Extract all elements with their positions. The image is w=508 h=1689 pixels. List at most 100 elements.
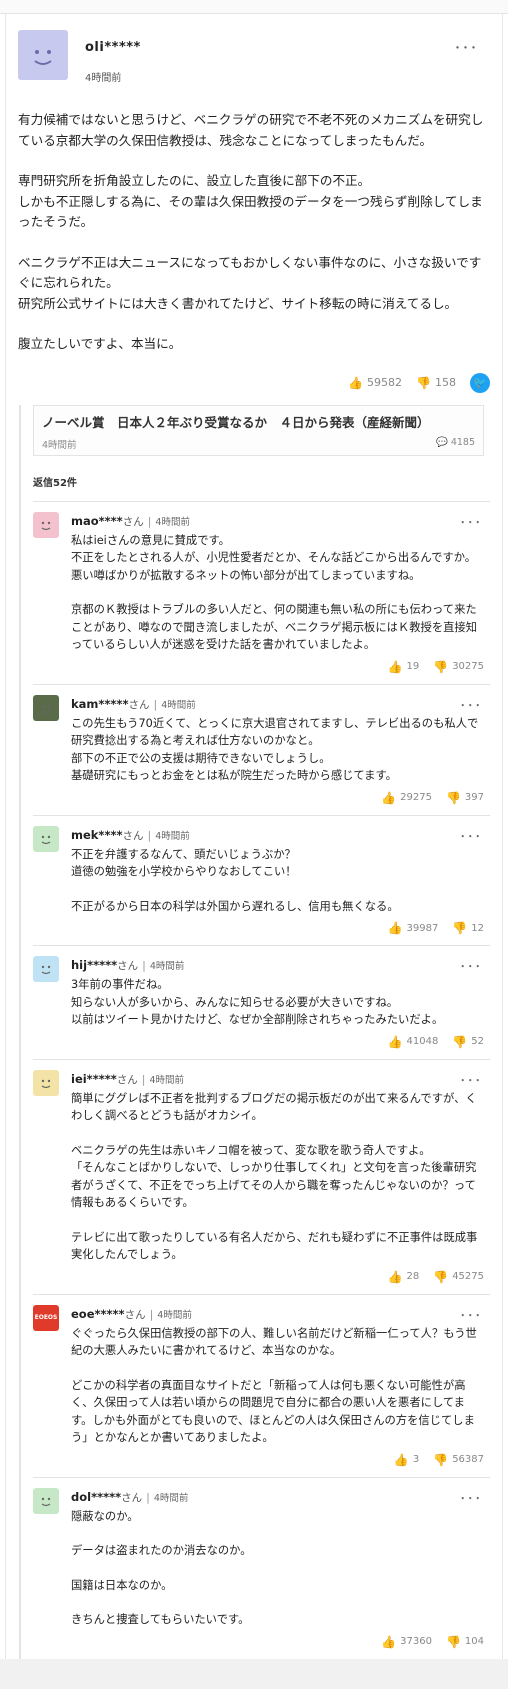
like-count: 3 — [412, 1454, 420, 1465]
more-menu-button[interactable]: ･･･ — [454, 38, 478, 58]
dislike-count: 104 — [464, 1636, 484, 1647]
like-count: 29275 — [400, 792, 432, 803]
more-menu-button[interactable]: ･･･ — [460, 956, 483, 975]
like-count: 37360 — [400, 1636, 432, 1647]
thumbs-down-icon: 👎 — [433, 659, 449, 674]
more-menu-button[interactable]: ･･･ — [460, 695, 483, 714]
reply-user-name[interactable]: eoe***** — [71, 1307, 125, 1321]
separator: | — [142, 959, 146, 972]
reply-paragraph: 不正がるから日本の科学は外国から遅れるし、信用も無くなる。 — [71, 899, 399, 913]
reply-actions: 👍 19 👎 30275 — [33, 660, 484, 674]
smiley-icon — [41, 521, 51, 530]
dislike-count: 158 — [435, 376, 456, 389]
separator: | — [146, 1490, 150, 1504]
comment-paragraph: ベニクラゲ不正は大ニュースになってもおかしくない事件なのに、小さな扱いですぐに忘… — [18, 254, 482, 311]
reply-item: EOEOS eoe*****さん | 4時間前 ･･･ ぐぐったら久保田信教授の部下の人、… — [33, 1293, 490, 1477]
reply-body: 不正を弁護するなんて、頭だいじょうぶか？ 道徳の勉強を小学校からやりなおしてこい… — [71, 846, 484, 916]
user-name[interactable]: oli***** — [85, 40, 141, 55]
thumbs-up-icon: 👍 — [387, 1034, 403, 1049]
dislike-count: 12 — [471, 922, 484, 934]
reply-paragraph: きちんと捜査してもらいたいです。 — [71, 1613, 250, 1626]
like-button[interactable]: 👍 28 — [388, 1270, 420, 1284]
thumbs-down-icon: 👎 — [416, 375, 431, 390]
reply-paragraph: 不正を弁護するなんて、頭だいじょうぶか？ 道徳の勉強を小学校からやりなおしてこい… — [71, 847, 297, 879]
reply-paragraph: ベニクラゲの先生は赤いキノコ帽を被って、変な歌を歌う奇人ですよ。 「そんなことば… — [71, 1143, 477, 1210]
thumbs-up-icon: 👍 — [387, 1269, 403, 1284]
article-comment-count: 💬 4185 — [435, 436, 475, 448]
like-button[interactable]: 👍 29275 — [381, 791, 432, 805]
reply-paragraph: 私はieiさんの意見に賛成です。 不正をしたとされる人が、小児性愛者だとか、そん… — [71, 533, 477, 582]
reply-time: 4時間前 — [153, 1492, 189, 1504]
smiley-icon — [41, 1497, 51, 1506]
name-suffix: さん — [122, 515, 144, 528]
dislike-button[interactable]: 👎 12 — [452, 921, 484, 935]
reply-actions: 👍 39987 👎 12 — [33, 921, 484, 935]
avatar[interactable]: EOEOS — [33, 1304, 59, 1331]
comment-thread: oli***** 4時間前 ･･･ 有力候補ではないと思うけど、ベニクラゲの研究… — [5, 14, 503, 1659]
reply-item: mek****さん | 4時間前 ･･･ 不正を弁護するなんて、頭だいじょうぶか？ 道徳… — [33, 814, 490, 946]
like-button[interactable]: 👍 41048 — [388, 1035, 439, 1049]
article-time: 4時間前 — [42, 439, 77, 451]
like-button[interactable]: 👍 3 — [394, 1453, 419, 1467]
reply-body: 隠蔽なのか。 データは盗まれたのか消去なのか。 国籍は日本なのか。 きちんと捜査しても… — [71, 1508, 484, 1629]
avatar[interactable] — [18, 30, 68, 80]
reply-actions: 👍 3 👎 56387 — [33, 1453, 484, 1467]
dislike-button[interactable]: 👎 45275 — [433, 1270, 484, 1284]
reply-item: iei*****さん | 4時間前 ･･･ 簡単にググレば不正者を批判するブログだの掲示… — [33, 1058, 490, 1294]
reply-count: 返信52件 — [33, 477, 77, 489]
like-count: 19 — [406, 661, 420, 672]
dislike-button[interactable]: 👎 158 — [416, 376, 456, 390]
dislike-button[interactable]: 👎 52 — [452, 1035, 484, 1049]
replies-section: ノーベル賞 日本人２年ぶり受賞なるか ４日から発表（産経新聞） 4時間前 💬 4… — [19, 404, 490, 1659]
thumbs-down-icon: 👎 — [433, 1452, 449, 1467]
like-button[interactable]: 👍 39987 — [388, 921, 439, 935]
like-button[interactable]: 👍 19 — [388, 660, 420, 674]
like-count: 59582 — [367, 376, 403, 389]
thumbs-up-icon: 👍 — [387, 659, 403, 674]
more-menu-button[interactable]: ･･･ — [460, 512, 483, 531]
article-link[interactable]: ノーベル賞 日本人２年ぶり受賞なるか ４日から発表（産経新聞） 4時間前 💬 4… — [33, 404, 484, 456]
reply-user-name[interactable]: mek**** — [71, 828, 123, 842]
like-button[interactable]: 👍 37360 — [381, 1635, 432, 1649]
reply-user-name[interactable]: kam***** — [71, 697, 128, 711]
reply-list: mao****さん | 4時間前 ･･･ 私はieiさんの意見に賛成です。 不正をしたと… — [33, 500, 490, 1659]
top-bar — [0, 0, 508, 14]
dislike-button[interactable]: 👎 104 — [446, 1635, 484, 1649]
avatar[interactable] — [33, 1069, 59, 1096]
reply-paragraph: 京都のＫ教授はトラブルの多い人だと、何の関連も無い私の所にも伝わって来たことがあ… — [71, 603, 478, 651]
comment-body: 有力候補ではないと思うけど、ベニクラゲの研究で不老不死のメカニズムを研究している… — [18, 110, 490, 355]
more-menu-button[interactable]: ･･･ — [460, 1070, 483, 1089]
dislike-button[interactable]: 👎 397 — [446, 791, 484, 805]
avatar[interactable] — [33, 1487, 59, 1514]
dislike-button[interactable]: 👎 56387 — [433, 1453, 484, 1467]
dislike-button[interactable]: 👎 30275 — [433, 660, 484, 674]
avatar[interactable] — [33, 511, 59, 538]
article-title[interactable]: ノーベル賞 日本人２年ぶり受賞なるか ４日から発表（産経新聞） — [42, 412, 475, 431]
avatar[interactable] — [33, 825, 59, 852]
avatar[interactable] — [33, 694, 59, 721]
smiley-icon — [34, 50, 52, 65]
reply-user-name[interactable]: iei***** — [71, 1072, 117, 1086]
twitter-share-icon[interactable]: 🐦 — [470, 372, 490, 393]
separator: | — [149, 1307, 154, 1321]
post-time: 4時間前 — [85, 73, 122, 84]
separator: | — [147, 828, 152, 842]
name-suffix: さん — [117, 960, 139, 972]
reply-user-name[interactable]: mao**** — [71, 514, 123, 528]
reply-time: 4時間前 — [155, 830, 190, 842]
reply-user-name[interactable]: hij***** — [71, 958, 117, 972]
more-menu-button[interactable]: ･･･ — [460, 1305, 483, 1324]
reply-user-name[interactable]: dol***** — [71, 1490, 121, 1504]
thumbs-down-icon: 👎 — [433, 1269, 449, 1284]
more-menu-button[interactable]: ･･･ — [460, 826, 483, 845]
avatar[interactable] — [33, 956, 59, 982]
dislike-count: 30275 — [452, 661, 484, 672]
reply-actions: 👍 37360 👎 104 — [33, 1635, 484, 1649]
smiley-icon — [41, 965, 51, 975]
smiley-icon — [41, 704, 51, 713]
more-menu-button[interactable]: ･･･ — [460, 1488, 483, 1507]
reply-paragraph: 隠蔽なのか。 — [71, 1509, 139, 1523]
name-suffix: さん — [128, 698, 150, 711]
like-button[interactable]: 👍 59582 — [348, 376, 402, 390]
reply-paragraph: 3年前の事件だね。 知らない人が多いから、みんなに知らせる必要が大きいですね。 … — [71, 978, 444, 1026]
